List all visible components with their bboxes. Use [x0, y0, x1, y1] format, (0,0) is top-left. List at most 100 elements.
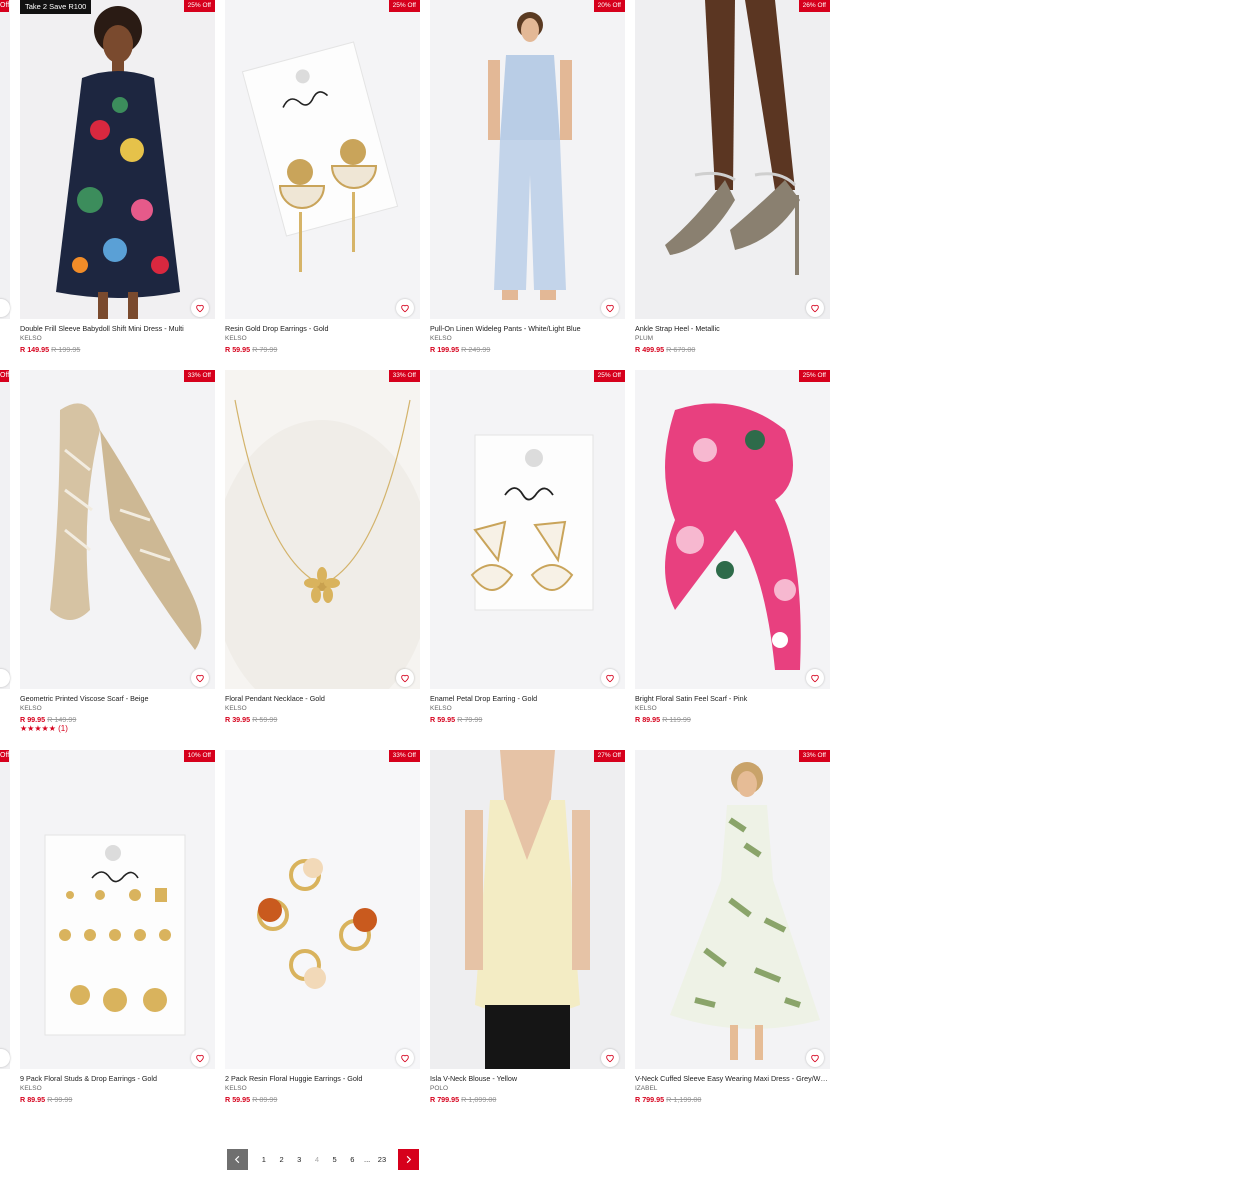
- page-link-last[interactable]: 23: [373, 1155, 391, 1164]
- partial-card-image[interactable]: [0, 750, 10, 1069]
- wishlist-heart-icon[interactable]: [806, 669, 824, 687]
- wishlist-heart-icon[interactable]: [601, 669, 619, 687]
- product-card[interactable]: 10% Off 9 Pack Floral Studs & Drop Earri…: [20, 750, 215, 1120]
- wishlist-heart-icon[interactable]: [396, 1049, 414, 1067]
- product-image[interactable]: [20, 750, 215, 1069]
- wishlist-heart-icon[interactable]: [601, 1049, 619, 1067]
- product-name[interactable]: Resin Gold Drop Earrings - Gold: [225, 324, 420, 333]
- discount-badge: 26% Off: [798, 0, 830, 12]
- discount-badge: 25% Off: [593, 370, 625, 382]
- discount-badge: 25% Off: [798, 370, 830, 382]
- product-name[interactable]: 2 Pack Resin Floral Huggie Earrings - Go…: [225, 1074, 420, 1083]
- page-link-2[interactable]: 2: [273, 1155, 291, 1164]
- product-image[interactable]: [635, 370, 830, 689]
- product-price: R 99.95 R 149.99: [20, 715, 76, 724]
- partial-discount-badge: Off: [0, 750, 9, 762]
- wishlist-heart-icon[interactable]: [601, 299, 619, 317]
- wishlist-heart-icon[interactable]: [191, 299, 209, 317]
- product-price: R 149.95 R 199.95: [20, 345, 80, 354]
- product-name[interactable]: Enamel Petal Drop Earring - Gold: [430, 694, 625, 703]
- original-price: R 89.99: [252, 1095, 278, 1104]
- chevron-left-icon: [234, 1155, 240, 1164]
- product-name[interactable]: V-Neck Cuffed Sleeve Easy Wearing Maxi D…: [635, 1074, 830, 1083]
- original-price: R 679.00: [666, 345, 696, 354]
- product-image[interactable]: [430, 750, 625, 1069]
- product-brand: KELSO: [225, 1085, 247, 1092]
- discount-badge: 10% Off: [183, 750, 215, 762]
- product-price: R 89.95 R 119.99: [635, 715, 691, 724]
- wishlist-heart-icon[interactable]: [396, 669, 414, 687]
- sale-price: R 199.95: [430, 345, 460, 354]
- partial-card-image[interactable]: [0, 370, 10, 689]
- wishlist-heart-icon[interactable]: [806, 299, 824, 317]
- product-name[interactable]: Ankle Strap Heel - Metallic: [635, 324, 830, 333]
- discount-badge: 33% Off: [798, 750, 830, 762]
- product-image[interactable]: [225, 750, 420, 1069]
- page-link-1[interactable]: 1: [255, 1155, 273, 1164]
- product-brand: IZABEL: [635, 1085, 658, 1092]
- rating-stars-icon: ★★★★★: [20, 724, 56, 733]
- page-link-5[interactable]: 5: [326, 1155, 344, 1164]
- wishlist-heart-icon[interactable]: [806, 1049, 824, 1067]
- product-image[interactable]: [225, 370, 420, 689]
- product-card[interactable]: 25% Off Resin Gold Drop Earrings - Gold …: [225, 0, 420, 370]
- discount-badge: 25% Off: [183, 0, 215, 12]
- original-price: R 79.99: [252, 345, 278, 354]
- product-price: R 59.95 R 79.99: [225, 345, 277, 354]
- product-image[interactable]: [20, 370, 215, 689]
- product-image[interactable]: [635, 750, 830, 1069]
- v-neck-blouse-illustration: [430, 750, 625, 1069]
- promo-badge: Take 2 Save R100: [20, 0, 92, 14]
- product-brand: KELSO: [20, 335, 42, 342]
- product-card[interactable]: 20% Off Pull-On Linen Wideleg Pants - Wh…: [430, 0, 625, 370]
- product-card[interactable]: 33% Off Floral Pendant Necklace - Gold K…: [225, 370, 420, 740]
- product-card[interactable]: 27% Off Isla V-Neck Blouse - Yellow POLO…: [430, 750, 625, 1120]
- next-page-button[interactable]: [397, 1149, 419, 1170]
- page-link-3[interactable]: 3: [290, 1155, 308, 1164]
- product-brand: KELSO: [430, 335, 452, 342]
- product-rating: ★★★★★ (1): [20, 724, 68, 733]
- previous-page-button[interactable]: [227, 1149, 248, 1170]
- maxi-dress-illustration: [635, 750, 830, 1069]
- wishlist-heart-icon[interactable]: [191, 1049, 209, 1067]
- product-card[interactable]: 26% Off Ankle Strap Heel - Metallic PLUM…: [635, 0, 830, 370]
- product-name[interactable]: Pull-On Linen Wideleg Pants - White/Ligh…: [430, 324, 625, 333]
- partial-discount-badge: Off: [0, 0, 9, 12]
- chevron-right-icon: [406, 1155, 411, 1164]
- partial-card-image[interactable]: [0, 0, 10, 319]
- product-name[interactable]: Floral Pendant Necklace - Gold: [225, 694, 420, 703]
- product-card[interactable]: 25% Off Bright Floral Satin Feel Scarf -…: [635, 370, 830, 740]
- sale-price: R 99.95: [20, 715, 46, 724]
- product-brand: KELSO: [225, 335, 247, 342]
- rating-count[interactable]: (1): [58, 724, 68, 733]
- product-name[interactable]: Double Frill Sleeve Babydoll Shift Mini …: [20, 324, 215, 333]
- product-name[interactable]: 9 Pack Floral Studs & Drop Earrings - Go…: [20, 1074, 215, 1083]
- discount-badge: 33% Off: [388, 370, 420, 382]
- product-name[interactable]: Bright Floral Satin Feel Scarf - Pink: [635, 694, 830, 703]
- product-brand: KELSO: [430, 705, 452, 712]
- product-card[interactable]: Take 2 Save R100 25% Off Double Frill Sl…: [20, 0, 215, 370]
- sale-price: R 59.95: [225, 345, 251, 354]
- product-price: R 799.95 R 1,199.00: [635, 1095, 701, 1104]
- product-card[interactable]: 25% Off Enamel Petal Drop Earring - Gold…: [430, 370, 625, 740]
- product-brand: PLUM: [635, 335, 654, 342]
- sale-price: R 799.95: [635, 1095, 665, 1104]
- product-card[interactable]: 33% Off V-Neck Cuffed Sleeve Easy Wearin…: [635, 750, 830, 1120]
- wishlist-heart-icon[interactable]: [396, 299, 414, 317]
- product-price: R 59.95 R 89.99: [225, 1095, 277, 1104]
- sale-price: R 799.95: [430, 1095, 460, 1104]
- page-link-6[interactable]: 6: [343, 1155, 361, 1164]
- wishlist-heart-icon[interactable]: [191, 669, 209, 687]
- product-card[interactable]: 33% Off 2 Pack Resin Floral Huggie Earri…: [225, 750, 420, 1120]
- product-brand: KELSO: [20, 1085, 42, 1092]
- product-image[interactable]: [430, 370, 625, 689]
- product-image[interactable]: [225, 0, 420, 319]
- product-name[interactable]: Geometric Printed Viscose Scarf - Beige: [20, 694, 215, 703]
- product-name[interactable]: Isla V-Neck Blouse - Yellow: [430, 1074, 625, 1083]
- product-image[interactable]: [20, 0, 215, 319]
- sale-price: R 59.95: [225, 1095, 251, 1104]
- product-card[interactable]: 33% Off Geometric Printed Viscose Scarf …: [20, 370, 215, 740]
- product-image[interactable]: [635, 0, 830, 319]
- original-price: R 149.99: [47, 715, 77, 724]
- product-image[interactable]: [430, 0, 625, 319]
